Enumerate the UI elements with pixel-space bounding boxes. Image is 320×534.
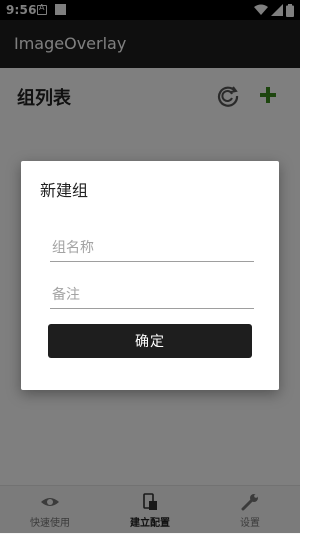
group-name-input[interactable]	[50, 235, 254, 262]
dialog-title: 新建组	[40, 181, 89, 200]
confirm-button[interactable]: 确定	[48, 324, 252, 358]
note-input[interactable]	[50, 282, 254, 309]
new-group-dialog: 新建组 确定	[21, 161, 279, 390]
